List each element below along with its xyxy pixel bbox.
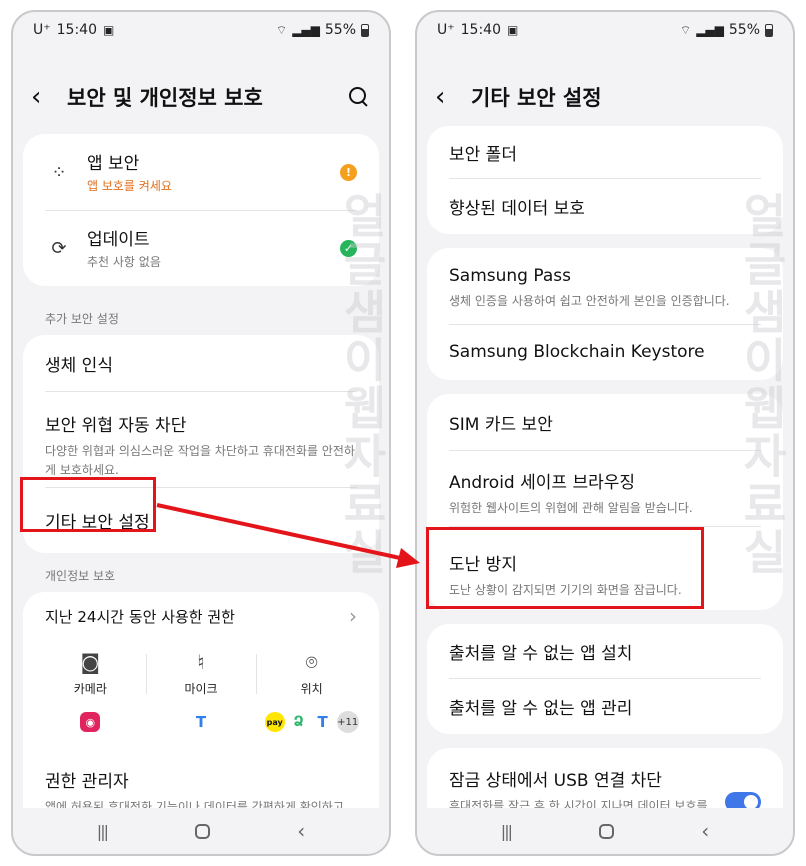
arrow-head (396, 548, 420, 568)
arrow-line (156, 503, 401, 560)
annotation-arrow (156, 503, 420, 568)
